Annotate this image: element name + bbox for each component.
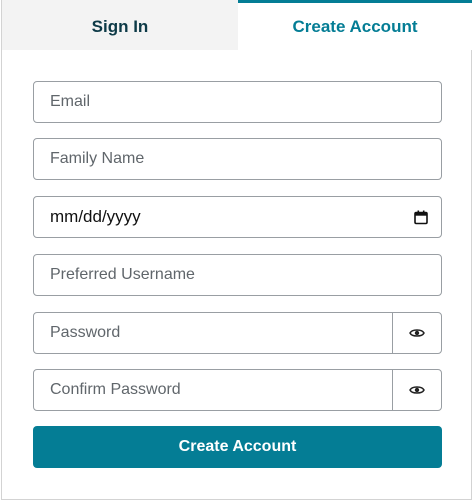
email-field-wrapper xyxy=(33,81,442,123)
eye-icon xyxy=(409,329,425,337)
preferred-username-field-wrapper xyxy=(33,254,442,296)
preferred-username-input[interactable] xyxy=(34,255,441,295)
calendar-icon[interactable] xyxy=(401,197,441,237)
confirm-password-field-wrapper xyxy=(33,369,442,411)
tab-create-account[interactable]: Create Account xyxy=(238,0,472,50)
tab-create-account-label: Create Account xyxy=(292,16,418,36)
password-field-wrapper xyxy=(33,312,442,354)
confirm-password-input[interactable] xyxy=(34,370,392,410)
create-account-button-label: Create Account xyxy=(178,438,297,455)
birthdate-field[interactable]: mm/dd/yyyy xyxy=(33,196,442,238)
tab-sign-in[interactable]: Sign In xyxy=(2,0,238,50)
password-input[interactable] xyxy=(34,313,392,353)
show-confirm-password-button[interactable] xyxy=(392,370,441,410)
date-placeholder: mm/dd/yyyy xyxy=(50,207,141,226)
auth-card: Sign In Create Account xyxy=(1,0,472,500)
family-name-field-wrapper xyxy=(33,138,442,180)
email-input[interactable] xyxy=(34,82,441,122)
show-password-button[interactable] xyxy=(392,313,441,353)
family-name-input[interactable] xyxy=(34,139,441,179)
eye-icon xyxy=(409,386,425,394)
create-account-button[interactable]: Create Account xyxy=(33,426,442,468)
auth-tabs: Sign In Create Account xyxy=(2,0,472,50)
tab-sign-in-label: Sign In xyxy=(91,16,149,36)
